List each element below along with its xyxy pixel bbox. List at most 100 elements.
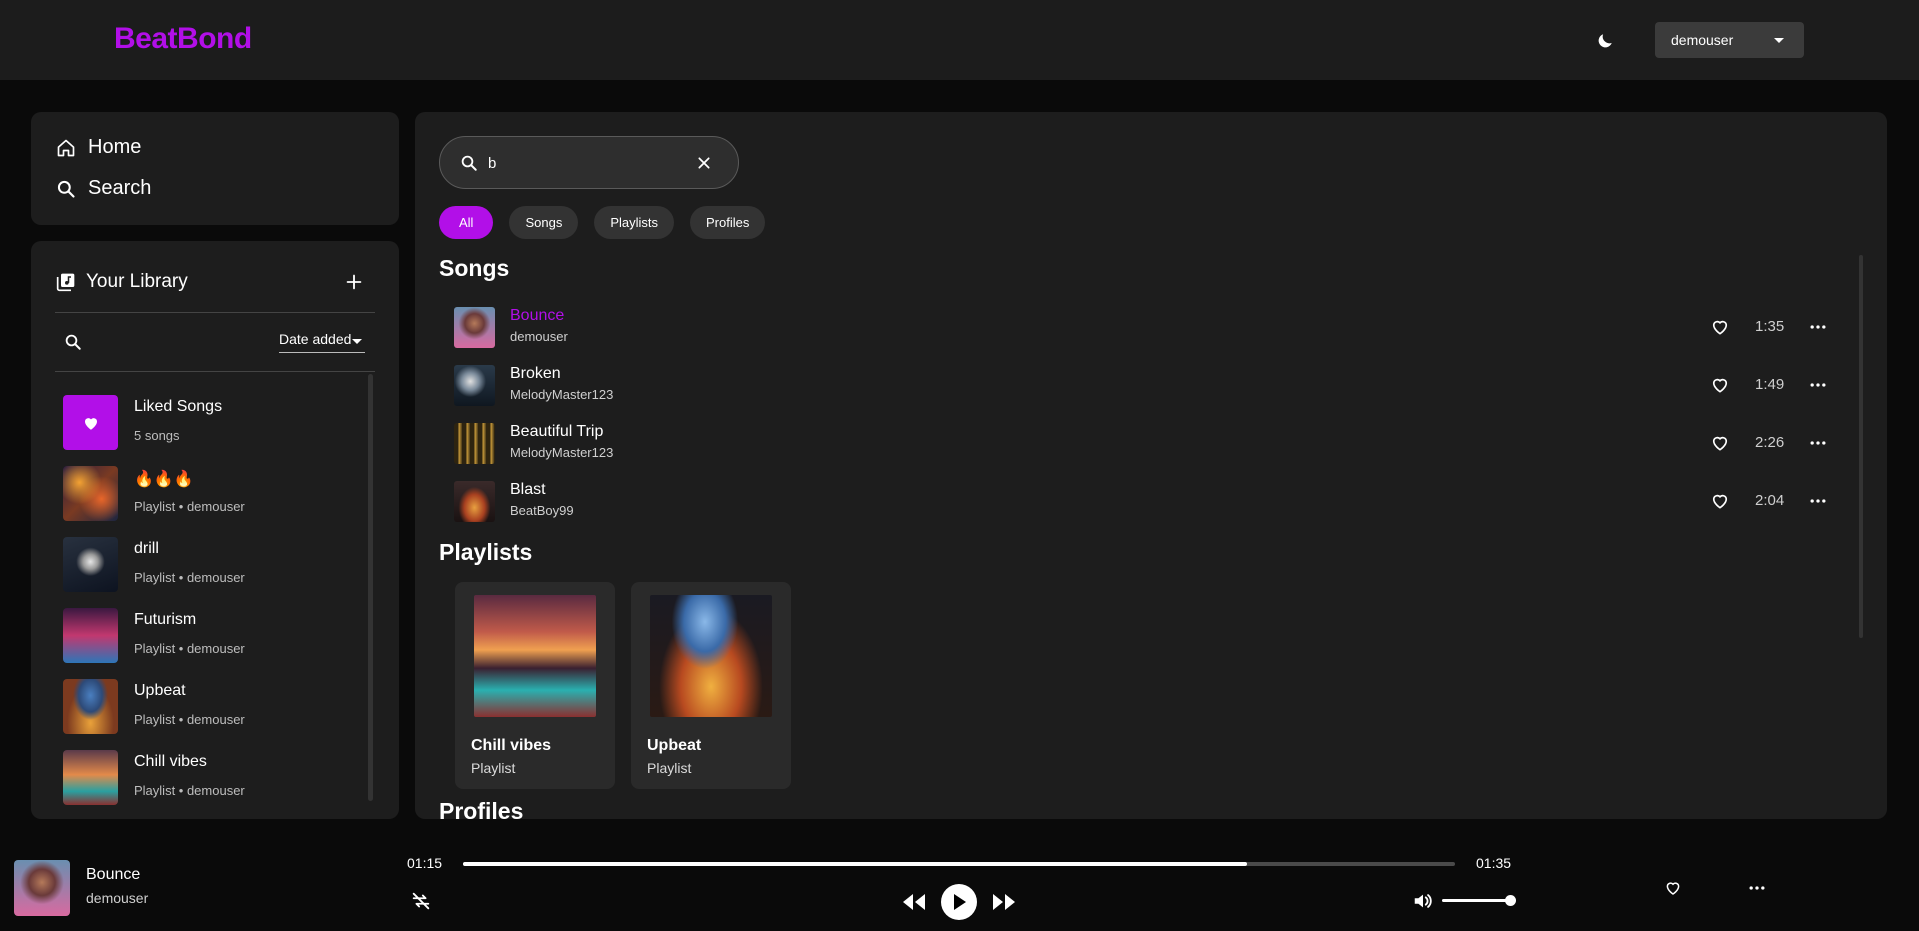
volume-button[interactable]: [1411, 889, 1435, 913]
library-search-button[interactable]: [64, 333, 82, 351]
play-icon: [954, 894, 966, 910]
playlist-cover: [63, 466, 118, 521]
song-cover: [454, 481, 495, 522]
like-button[interactable]: [1710, 491, 1730, 511]
library-item-title: Liked Songs: [134, 398, 223, 415]
song-title[interactable]: Bounce: [510, 307, 564, 325]
more-options-button[interactable]: [1808, 491, 1828, 511]
chevron-down-icon: [352, 339, 362, 344]
song-title[interactable]: Blast: [510, 481, 546, 499]
playlist-title: Chill vibes: [471, 737, 552, 754]
rewind-icon: [903, 894, 925, 910]
filter-profiles[interactable]: Profiles: [690, 206, 766, 239]
song-title[interactable]: Broken: [510, 365, 561, 383]
library-item-liked-songs[interactable]: Liked Songs 5 songs: [63, 395, 353, 455]
heart-icon: [84, 417, 97, 430]
song-row[interactable]: Beautiful Trip MelodyMaster123 2:26: [454, 421, 1854, 467]
library-item-title: Chill vibes: [134, 753, 207, 770]
like-button[interactable]: [1710, 375, 1730, 395]
playlist-type: Playlist: [471, 760, 516, 776]
volume-slider-thumb[interactable]: [1505, 895, 1516, 906]
song-duration: 2:04: [1755, 492, 1785, 509]
library-item-subtitle: 5 songs: [134, 428, 180, 443]
library-panel: Your Library Date added Liked Songs 5 so…: [31, 241, 399, 819]
repeat-button[interactable]: [408, 888, 434, 914]
more-options-button[interactable]: [1808, 317, 1828, 337]
library-item-subtitle: Playlist • demouser: [134, 499, 245, 514]
filter-songs[interactable]: Songs: [509, 206, 579, 239]
divider: [55, 312, 375, 313]
user-dropdown[interactable]: demouser: [1655, 22, 1804, 58]
song-artist[interactable]: demouser: [510, 329, 568, 344]
library-item-drill[interactable]: drill Playlist • demouser: [63, 537, 353, 597]
now-playing-artist[interactable]: demouser: [86, 890, 148, 906]
playlist-card-chill-vibes[interactable]: Chill vibes Playlist: [455, 582, 615, 789]
next-button[interactable]: [990, 890, 1018, 914]
song-cover: [454, 423, 495, 464]
library-icon: [56, 273, 75, 292]
nav-home-label: Home: [88, 136, 142, 158]
library-item-subtitle: Playlist • demouser: [134, 712, 245, 727]
like-button[interactable]: [1710, 433, 1730, 453]
song-artist[interactable]: MelodyMaster123: [510, 445, 613, 460]
nav-panel: Home Search: [31, 112, 399, 225]
playlist-card-upbeat[interactable]: Upbeat Playlist: [631, 582, 791, 789]
filter-playlists[interactable]: Playlists: [594, 206, 675, 239]
song-duration: 1:49: [1755, 376, 1785, 393]
home-icon: [57, 139, 75, 156]
player-more-button[interactable]: [1745, 876, 1769, 900]
song-title[interactable]: Beautiful Trip: [510, 423, 603, 441]
play-button[interactable]: [941, 884, 977, 920]
progress-bar[interactable]: [463, 862, 1455, 866]
library-item-subtitle: Playlist • demouser: [134, 570, 245, 585]
song-duration: 1:35: [1755, 318, 1785, 335]
library-sort-dropdown[interactable]: Date added: [279, 331, 365, 353]
now-playing-title[interactable]: Bounce: [86, 866, 140, 884]
like-button[interactable]: [1710, 317, 1730, 337]
song-artist[interactable]: BeatBoy99: [510, 503, 574, 518]
library-item-title: Futurism: [134, 611, 197, 628]
playlist-type: Playlist: [647, 760, 692, 776]
moon-icon: [1598, 34, 1612, 48]
results-scrollbar[interactable]: [1859, 255, 1863, 638]
song-cover: [454, 365, 495, 406]
search-icon: [461, 155, 477, 171]
song-row[interactable]: Broken MelodyMaster123 1:49: [454, 363, 1854, 409]
library-item-fire[interactable]: 🔥🔥🔥 Playlist • demouser: [63, 466, 353, 526]
songs-heading: Songs: [439, 255, 510, 281]
playlist-cover: [63, 750, 118, 805]
search-icon: [57, 180, 75, 198]
library-header[interactable]: Your Library: [56, 271, 188, 293]
previous-button[interactable]: [900, 890, 928, 914]
library-item-upbeat[interactable]: Upbeat Playlist • demouser: [63, 679, 353, 739]
library-item-futurism[interactable]: Futurism Playlist • demouser: [63, 608, 353, 668]
top-bar: BeatBond demouser: [0, 0, 1919, 80]
username-label: demouser: [1671, 32, 1734, 48]
like-current-button[interactable]: [1661, 876, 1685, 900]
library-scrollbar[interactable]: [368, 374, 373, 801]
fast-forward-icon: [993, 894, 1015, 910]
theme-toggle-button[interactable]: [1592, 28, 1618, 54]
volume-slider[interactable]: [1442, 899, 1512, 902]
nav-search-label: Search: [88, 177, 152, 199]
current-time: 01:15: [407, 855, 443, 871]
song-artist[interactable]: MelodyMaster123: [510, 387, 613, 402]
more-options-button[interactable]: [1808, 375, 1828, 395]
nav-home[interactable]: Home: [56, 136, 141, 159]
more-options-button[interactable]: [1808, 433, 1828, 453]
song-row[interactable]: Blast BeatBoy99 2:04: [454, 479, 1854, 525]
library-item-subtitle: Playlist • demouser: [134, 641, 245, 656]
search-input[interactable]: b: [439, 136, 739, 189]
song-row[interactable]: Bounce demouser 1:35: [454, 305, 1854, 351]
clear-search-button[interactable]: [696, 155, 712, 171]
volume-icon: [1414, 894, 1432, 908]
app-logo[interactable]: BeatBond: [114, 22, 252, 56]
filter-all[interactable]: All: [439, 206, 494, 239]
nav-search[interactable]: Search: [56, 177, 151, 200]
liked-songs-cover: [63, 395, 118, 450]
playlist-cover: [63, 537, 118, 592]
heart-icon: [1666, 882, 1680, 895]
add-playlist-button[interactable]: [343, 271, 365, 293]
library-item-chill-vibes[interactable]: Chill vibes Playlist • demouser: [63, 750, 353, 810]
library-item-subtitle: Playlist • demouser: [134, 783, 245, 798]
